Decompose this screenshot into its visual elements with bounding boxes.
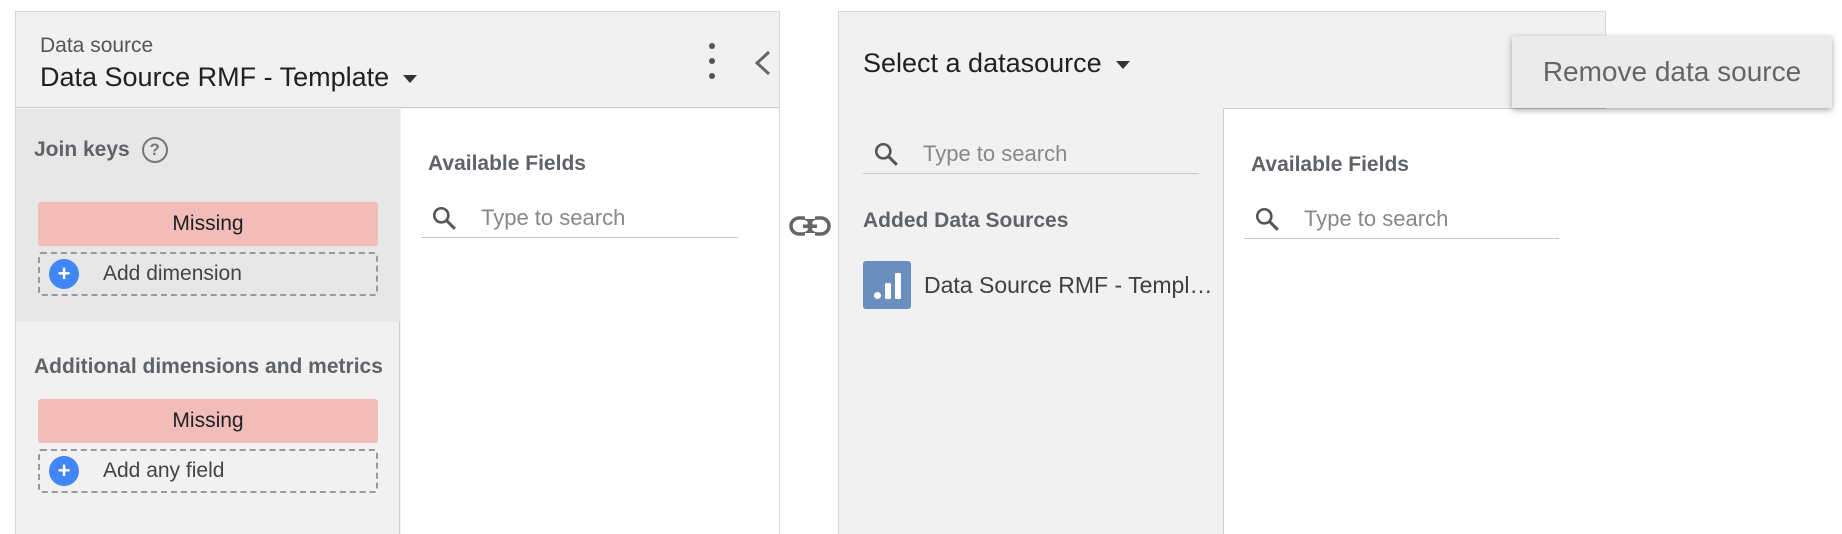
available-fields-title: Available Fields <box>1251 153 1409 176</box>
caret-down-icon <box>403 74 418 83</box>
data-source-list-item[interactable]: Data Source RMF - Template <box>863 261 1214 309</box>
data-source-caption: Data source <box>40 34 154 57</box>
left-data-source-panel: Data source Data Source RMF - Template J… <box>15 11 780 534</box>
add-dimension-button[interactable]: + Add dimension <box>38 252 378 296</box>
data-source-selector[interactable]: Data Source RMF - Template <box>40 62 418 93</box>
remove-data-source-menu-item[interactable]: Remove data source <box>1512 36 1832 108</box>
analytics-icon <box>863 261 911 309</box>
caret-down-icon <box>1115 60 1130 69</box>
plus-icon: + <box>49 259 79 289</box>
join-keys-zone: Join keys ? Missing + Add dimension <box>16 109 400 322</box>
left-fields-search-input[interactable]: Type to search <box>421 198 738 238</box>
left-available-fields-pane: Available Fields Type to search <box>401 109 779 534</box>
select-datasource-label: Select a datasource <box>863 48 1102 78</box>
added-data-sources-title: Added Data Sources <box>863 209 1069 232</box>
right-available-fields-pane: Available Fields Type to search <box>1223 108 1606 534</box>
link-icon <box>789 216 831 236</box>
search-placeholder: Type to search <box>481 204 626 230</box>
search-placeholder: Type to search <box>923 140 1068 166</box>
available-fields-title: Available Fields <box>428 152 586 175</box>
add-any-field-button[interactable]: + Add any field <box>38 449 378 493</box>
join-keys-heading: Join keys ? <box>34 137 168 163</box>
data-source-name: Data Source RMF - Template <box>924 271 1214 298</box>
chevron-left-icon[interactable] <box>751 48 775 78</box>
select-datasource-dropdown[interactable]: Select a datasource <box>863 48 1130 79</box>
datasource-search-input[interactable]: Type to search <box>863 134 1199 174</box>
plus-icon: + <box>49 456 79 486</box>
right-fields-search-input[interactable]: Type to search <box>1244 199 1559 239</box>
join-configuration-column: Join keys ? Missing + Add dimension Addi… <box>16 109 400 534</box>
add-any-field-label: Add any field <box>103 459 225 482</box>
right-data-source-panel: Select a datasource Type to search Added… <box>838 11 1606 534</box>
left-panel-header: Data source Data Source RMF - Template <box>16 12 779 108</box>
more-options-icon[interactable] <box>706 43 718 79</box>
search-placeholder: Type to search <box>1304 205 1449 231</box>
additional-fields-heading: Additional dimensions and metrics <box>34 355 383 378</box>
search-icon <box>874 142 898 166</box>
data-source-title: Data Source RMF - Template <box>40 62 390 92</box>
additional-missing-badge: Missing <box>38 399 378 443</box>
join-keys-missing-badge: Missing <box>38 202 378 246</box>
join-keys-label: Join keys <box>34 138 130 161</box>
help-icon[interactable]: ? <box>141 137 168 163</box>
add-dimension-label: Add dimension <box>103 262 242 285</box>
search-icon <box>432 206 456 230</box>
search-icon <box>1255 207 1279 231</box>
